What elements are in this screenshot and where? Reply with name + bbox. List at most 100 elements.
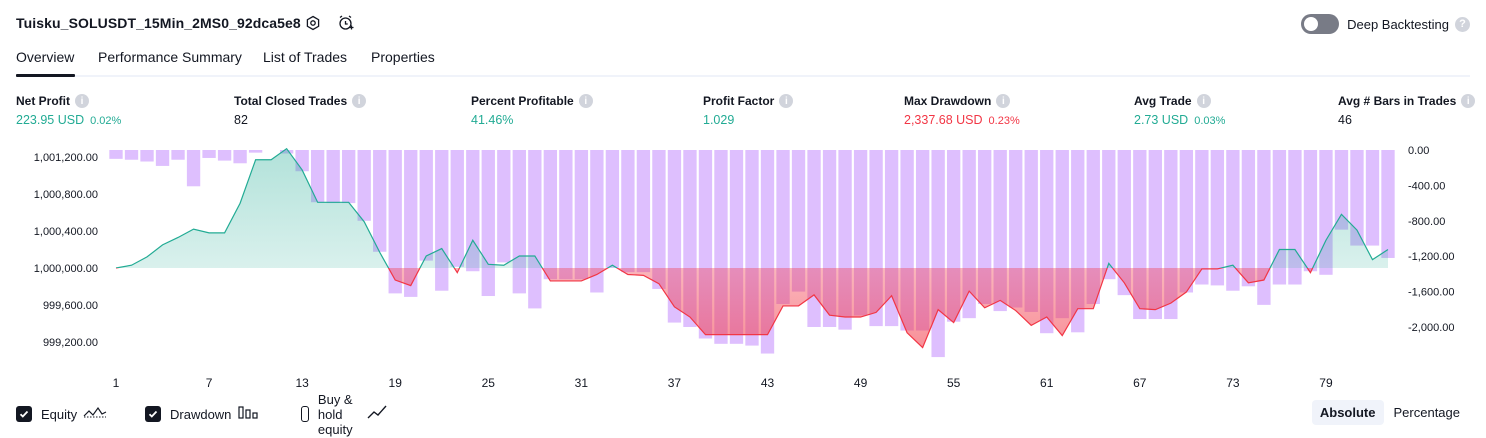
legend-buy-hold-toggle[interactable]: Buy & hold equity — [301, 392, 391, 437]
x-tick-label: 79 — [1319, 376, 1333, 390]
equity-drawdown-chart[interactable]: 1,001,200.00 1,000,800.00 1,000,400.00 1,00… — [0, 140, 1486, 395]
metric-value: 223.95 USD — [16, 113, 85, 127]
info-icon[interactable]: i — [779, 94, 794, 108]
y-left-tick-label: 999,600.00 — [43, 300, 98, 312]
toggle-knob — [1304, 17, 1319, 31]
y-left-tick-label: 1,001,200.00 — [34, 152, 98, 164]
drawdown-bar — [1365, 150, 1380, 246]
x-tick-label: 1 — [113, 376, 120, 390]
tab-overview[interactable]: Overview — [16, 49, 74, 65]
legend-drawdown-toggle[interactable]: Drawdown — [145, 403, 259, 425]
y-right-tick-label: 0.00 — [1408, 145, 1429, 157]
drawdown-bar — [140, 150, 154, 162]
drawdown-bar — [155, 150, 170, 166]
add-alert-icon[interactable] — [337, 14, 355, 32]
info-icon[interactable]: i — [1461, 94, 1476, 108]
metric-max-drawdown: Max Drawdown i 2,337.68 USD 0.23% — [904, 94, 1020, 127]
checkbox-unchecked-icon[interactable] — [301, 406, 309, 422]
metric-value: 1.029 — [703, 113, 735, 127]
checkbox-checked-icon[interactable] — [16, 406, 32, 422]
drawdown-bar — [497, 150, 511, 263]
metric-value: 82 — [234, 113, 248, 127]
report-header: Tuisku_SOLUSDT_15Min_2MS0_92dca5e8 Deep … — [16, 12, 1470, 38]
settings-icon[interactable] — [304, 14, 322, 32]
metric-label: Avg Trade — [1134, 94, 1192, 108]
drawdown-bar — [481, 150, 495, 297]
info-icon[interactable]: i — [1196, 94, 1211, 108]
drawdown-bars-icon — [237, 404, 259, 425]
drawdown-bar — [124, 150, 139, 160]
strategy-title: Tuisku_SOLUSDT_15Min_2MS0_92dca5e8 — [16, 15, 301, 31]
legend-label: Equity — [41, 406, 78, 422]
drawdown-bar — [357, 150, 371, 221]
y-right-tick-label: -1,600.00 — [1408, 287, 1454, 299]
drawdown-bar — [233, 150, 247, 164]
drawdown-bar — [171, 150, 185, 160]
drawdown-bar — [1102, 150, 1116, 280]
tab-properties[interactable]: Properties — [371, 49, 435, 65]
percentage-button[interactable]: Percentage — [1386, 400, 1469, 425]
drawdown-bar — [248, 150, 263, 153]
info-icon[interactable]: i — [996, 94, 1011, 108]
legend-label: Buy & hold equity — [317, 391, 353, 437]
info-icon[interactable]: i — [352, 94, 367, 108]
report-tabs: Overview Performance Summary List of Tra… — [16, 46, 1470, 77]
metric-label: Profit Factor — [703, 94, 775, 108]
drawdown-bar — [512, 150, 526, 294]
metric-value: 41.46% — [471, 113, 514, 127]
tab-list-of-trades[interactable]: List of Trades — [263, 49, 347, 65]
deep-backtesting-control: Deep Backtesting ? — [1301, 12, 1470, 36]
absolute-button[interactable]: Absolute — [1311, 400, 1384, 425]
y-left-tick-label: 1,000,400.00 — [34, 226, 98, 238]
x-tick-label: 25 — [482, 376, 496, 390]
info-icon[interactable]: i — [578, 94, 593, 108]
drawdown-bar — [1195, 150, 1209, 285]
x-tick-label: 19 — [389, 376, 403, 390]
x-tick-label: 61 — [1040, 376, 1054, 390]
metric-value: 46 — [1338, 113, 1352, 127]
drawdown-bar — [574, 150, 589, 280]
drawdown-bar — [186, 150, 201, 187]
y-right-tick-label: -400.00 — [1408, 180, 1445, 192]
drawdown-bar — [202, 150, 216, 158]
metric-percent: 0.23% — [988, 115, 1020, 127]
deep-backtesting-label: Deep Backtesting — [1347, 16, 1449, 32]
metric-label: Max Drawdown — [904, 94, 992, 108]
x-tick-label: 43 — [761, 376, 775, 390]
deep-backtesting-toggle[interactable] — [1301, 14, 1340, 34]
y-right-tick-label: -2,000.00 — [1408, 322, 1454, 334]
drawdown-bar — [931, 150, 945, 358]
metric-value: 2,337.68 USD — [904, 113, 983, 127]
legend-equity-toggle[interactable]: Equity — [16, 403, 107, 425]
drawdown-bar — [636, 150, 651, 273]
drawdown-bar — [1257, 150, 1271, 305]
metric-label: Net Profit — [16, 94, 70, 108]
drawdown-bar — [605, 150, 620, 268]
drawdown-bar — [1381, 150, 1395, 258]
metric-label: Percent Profitable — [471, 94, 574, 108]
x-tick-label: 31 — [575, 376, 589, 390]
drawdown-bar — [528, 150, 542, 309]
help-icon[interactable]: ? — [1455, 16, 1470, 32]
drawdown-bar — [342, 150, 356, 204]
x-tick-label: 73 — [1226, 376, 1240, 390]
drawdown-bar — [450, 150, 464, 267]
tab-performance-summary[interactable]: Performance Summary — [98, 49, 242, 65]
drawdown-bar — [109, 150, 123, 159]
drawdown-bar — [373, 150, 387, 252]
metric-avg-bars-in-trades: Avg # Bars in Trades i 46 — [1338, 94, 1476, 127]
drawdown-bar — [419, 150, 433, 261]
drawdown-bar — [435, 150, 449, 291]
y-right-tick-label: -800.00 — [1408, 216, 1445, 228]
metric-percent: 0.03% — [1194, 115, 1226, 127]
drawdown-bar — [217, 150, 232, 161]
metric-percent-profitable: Percent Profitable i 41.46% — [471, 94, 593, 127]
metric-value: 2.73 USD — [1134, 113, 1189, 127]
legend-label: Drawdown — [170, 406, 232, 422]
checkbox-checked-icon[interactable] — [145, 406, 161, 422]
buy-hold-line-icon — [367, 404, 391, 425]
drawdown-bar — [543, 150, 558, 280]
info-icon[interactable]: i — [75, 94, 89, 108]
metric-profit-factor: Profit Factor i 1.029 — [703, 94, 794, 127]
y-right-tick-label: -1,200.00 — [1408, 251, 1454, 263]
